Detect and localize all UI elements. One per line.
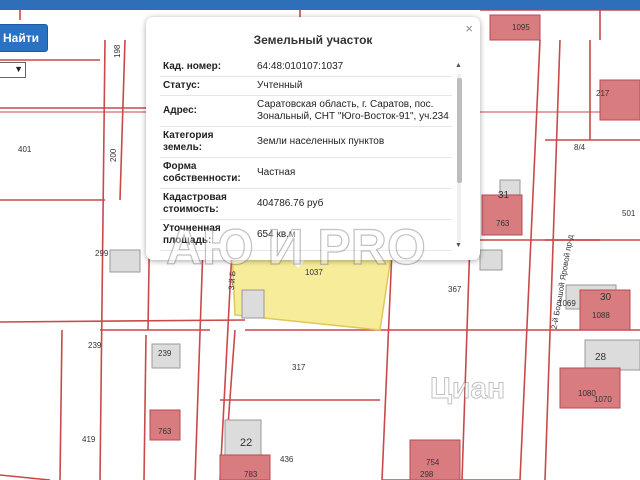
property-key: Кадастровая стоимость: [160,188,254,220]
properties-table: Кад. номер: 64:48:010107:1037 Статус: Учте… [160,58,452,251]
parcel-label: 501 [622,209,636,218]
parcel-label: 317 [292,363,306,372]
parcel-label: 1037 [305,268,323,277]
parcel-label: 299 [95,249,109,258]
table-row: Уточненная площадь: 654 кв.м [160,219,452,251]
parcel-label: 239 [88,341,102,350]
table-row: Кадастровая стоимость: 404786.76 руб [160,188,452,220]
property-key: Категория земель: [160,126,254,158]
watermark-text-2: Циан [429,372,506,406]
parcel-label: 200 [109,148,118,162]
scroll-down-icon[interactable]: ▼ [455,242,462,249]
property-key: Адрес: [160,95,254,127]
property-value: Саратовская область, г. Саратов, пос. Зо… [254,95,452,127]
table-row: Адрес: Саратовская область, г. Саратов, п… [160,95,452,127]
property-key: Уточненная площадь: [160,219,254,251]
parcel-label: 8/4 [574,143,586,152]
parcel-label: 401 [18,145,32,154]
layer-select[interactable]: ▼ [0,62,26,78]
property-value: Частная [254,157,452,189]
table-row: Категория земель: Земли населенных пункто… [160,126,452,158]
property-value: Учтенный [254,76,452,96]
parcel-label: 419 [82,435,96,444]
parcel-label: 763 [158,427,172,436]
property-value: Земли населенных пунктов [254,126,452,158]
table-row: Кад. номер: 64:48:010107:1037 [160,58,452,77]
parcel-label: 1088 [592,311,610,320]
property-value: 64:48:010107:1037 [254,58,452,77]
parcel-label: 763 [496,219,510,228]
table-row: Форма собственности: Частная [160,157,452,189]
parcel-label: 198 [113,44,122,58]
popup-title: Земельный участок [253,33,373,47]
parcel-label: 1070 [594,395,612,404]
parcel-label: 22 [240,437,252,449]
parcel-info-popup: × Земельный участок Кад. номер: 64:48:010… [146,17,480,260]
parcel-label: 31 [498,190,510,201]
parcel-label: 28 [595,352,607,363]
parcel-label: 367 [448,285,462,294]
street-label: 3-й Б [227,271,238,291]
find-button[interactable]: Найти [0,24,48,52]
parcel-label: 436 [280,455,294,464]
popup-body[interactable]: Кад. номер: 64:48:010107:1037 Статус: Учте… [160,58,452,254]
parcel-label: 30 [600,292,612,303]
parcel-label: 217 [596,89,610,98]
property-key: Кад. номер: [160,58,254,77]
scroll-thumb[interactable] [457,78,462,183]
property-value: 404786.76 руб [254,188,452,220]
parcel-label: 1095 [512,23,530,32]
scroll-up-icon[interactable]: ▲ [455,62,462,69]
parcel-label: 298 [420,470,434,479]
property-key: Форма собственности: [160,157,254,189]
parcel-label: 239 [158,349,172,358]
property-value: 654 кв.м [254,219,452,251]
property-key: Статус: [160,76,254,96]
parcel-label: 754 [426,458,440,467]
chevron-down-icon: ▼ [14,64,23,74]
popup-scrollbar[interactable]: ▲ ▼ [454,62,464,252]
table-row: Статус: Учтенный [160,76,452,96]
top-toolbar [0,0,640,10]
parcel-label: 783 [244,470,258,479]
